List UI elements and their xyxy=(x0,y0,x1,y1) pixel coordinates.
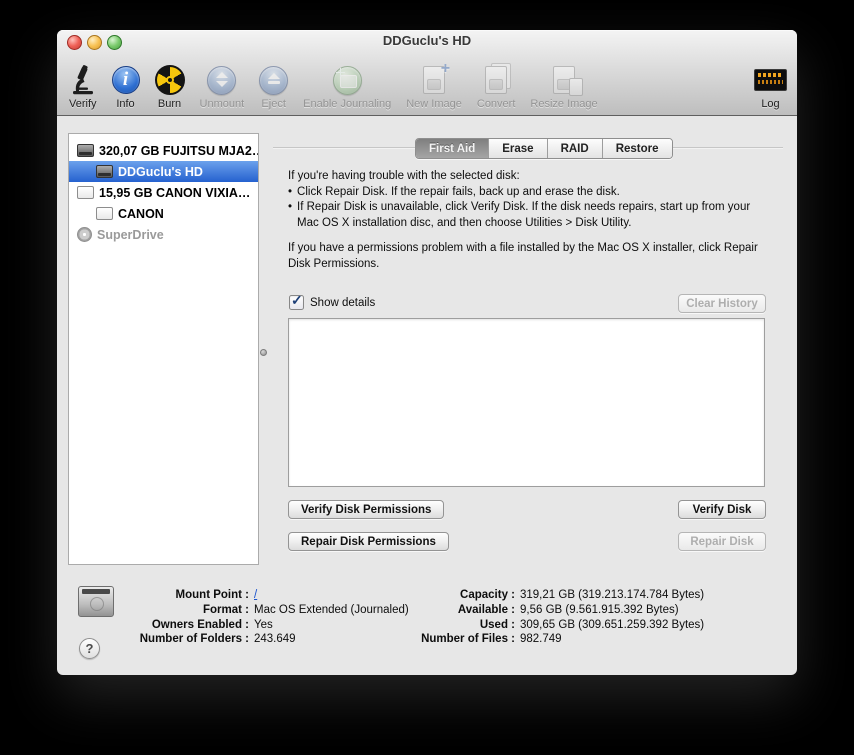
toolbar-label: Verify xyxy=(69,98,97,110)
convert-toolbar-button: Convert xyxy=(476,63,516,110)
sidebar-item-label: 15,95 GB CANON VIXIA… xyxy=(99,185,251,200)
external-volume-icon xyxy=(96,207,113,220)
enable-journaling-toolbar-button: Enable Journaling xyxy=(303,64,391,110)
window-chrome: DDGuclu's HD Verify i Info Burn Unmount … xyxy=(57,30,797,116)
new-image-icon: + xyxy=(423,60,450,96)
burn-toolbar-button[interactable]: Burn xyxy=(154,64,185,110)
first-aid-instructions: If you're having trouble with the select… xyxy=(288,169,772,272)
checkmark-icon: ✓ xyxy=(291,292,303,308)
split-view-handle[interactable] xyxy=(260,349,267,356)
show-details-checkbox[interactable]: ✓ xyxy=(289,292,304,310)
optical-drive-icon xyxy=(77,227,92,242)
microscope-icon xyxy=(70,64,96,96)
info-row-available: Available : 9,56 GB (9.561.915.392 Bytes… xyxy=(457,603,679,616)
sidebar-item-label: DDGuclu's HD xyxy=(118,164,203,179)
new-image-toolbar-button: + New Image xyxy=(406,60,462,110)
tab-erase[interactable]: Erase xyxy=(489,139,548,158)
titlebar[interactable]: DDGuclu's HD xyxy=(57,30,797,52)
sidebar-item-label: 320,07 GB FUJITSU MJA2… xyxy=(99,143,259,158)
sidebar-item-canon-disk[interactable]: 15,95 GB CANON VIXIA… xyxy=(69,182,258,203)
toolbar-label: Burn xyxy=(157,98,182,110)
disk-utility-window: DDGuclu's HD Verify i Info Burn Unmount … xyxy=(57,30,797,675)
internal-disk-icon xyxy=(77,144,94,157)
instructions-intro: If you're having trouble with the select… xyxy=(288,170,520,182)
sidebar-item-label: CANON xyxy=(118,206,164,221)
instruction-bullet: • Click Repair Disk. If the repair fails… xyxy=(288,185,772,201)
toolbar-label: Resize Image xyxy=(530,98,598,110)
mount-point-link[interactable]: / xyxy=(254,588,257,603)
toolbar-label: Convert xyxy=(476,98,516,110)
verify-disk-button[interactable]: Verify Disk xyxy=(678,500,766,519)
toolbar-label: New Image xyxy=(406,98,462,110)
toolbar-label: Eject xyxy=(261,98,286,110)
sidebar-item-canon-volume[interactable]: CANON xyxy=(69,203,258,224)
toolbar: Verify i Info Burn Unmount Eject Enable … xyxy=(57,54,797,113)
device-list: 320,07 GB FUJITSU MJA2… DDGuclu's HD 15,… xyxy=(68,133,259,565)
enable-journaling-icon xyxy=(332,64,362,96)
resize-image-toolbar-button: Resize Image xyxy=(530,64,598,110)
info-icon: i xyxy=(111,64,140,96)
show-details-control[interactable]: ✓ Show details xyxy=(289,292,376,310)
desktop-background: DDGuclu's HD Verify i Info Burn Unmount … xyxy=(0,0,854,755)
details-output-area[interactable] xyxy=(288,318,765,487)
toolbar-label: Log xyxy=(761,98,780,110)
tab-raid[interactable]: RAID xyxy=(547,139,603,158)
sidebar-item-ddguclu-hd[interactable]: DDGuclu's HD xyxy=(69,161,258,182)
external-disk-icon xyxy=(77,186,94,199)
info-toolbar-button[interactable]: i Info xyxy=(111,64,140,110)
clear-history-button[interactable]: Clear History xyxy=(678,294,766,313)
permissions-note: If you have a permissions problem with a… xyxy=(288,242,758,270)
volume-info-right: Capacity : 319,21 GB (319.213.174.784 By… xyxy=(357,588,704,647)
repair-disk-permissions-button[interactable]: Repair Disk Permissions xyxy=(288,532,449,551)
burn-icon xyxy=(154,64,185,96)
log-console-icon xyxy=(754,64,787,96)
convert-icon xyxy=(485,63,512,96)
verify-disk-permissions-button[interactable]: Verify Disk Permissions xyxy=(288,500,445,519)
tab-bar: First Aid Erase RAID Restore xyxy=(415,138,673,159)
sidebar-item-superdrive[interactable]: SuperDrive xyxy=(69,224,258,245)
info-row-number-of-files: Number of Files : 982.749 xyxy=(421,633,562,646)
toolbar-label: Info xyxy=(116,98,135,110)
tab-restore[interactable]: Restore xyxy=(602,139,672,158)
bullet-icon: • xyxy=(288,185,293,198)
instruction-bullet: • If Repair Disk is unavailable, click V… xyxy=(288,200,772,231)
show-details-label: Show details xyxy=(310,296,376,309)
resize-image-icon xyxy=(553,64,584,96)
window-title: DDGuclu's HD xyxy=(382,33,472,48)
sidebar-item-fujitsu-disk[interactable]: 320,07 GB FUJITSU MJA2… xyxy=(69,140,258,161)
toolbar-label: Enable Journaling xyxy=(303,98,392,110)
verify-toolbar-button[interactable]: Verify xyxy=(69,64,97,110)
question-mark-icon: ? xyxy=(85,641,94,656)
unmount-icon xyxy=(207,64,237,96)
eject-icon xyxy=(259,64,289,96)
unmount-toolbar-button: Unmount xyxy=(199,64,245,110)
toolbar-label: Unmount xyxy=(199,98,245,110)
log-toolbar-button[interactable]: Log xyxy=(754,64,787,110)
sidebar-item-label: SuperDrive xyxy=(97,227,164,242)
tab-first-aid[interactable]: First Aid xyxy=(416,139,490,158)
info-row-used: Used : 309,65 GB (309.651.259.392 Bytes) xyxy=(479,618,705,631)
bullet-icon: • xyxy=(288,201,293,213)
volume-icon xyxy=(96,165,113,178)
eject-toolbar-button: Eject xyxy=(259,64,289,110)
info-row-capacity: Capacity : 319,21 GB (319.213.174.784 By… xyxy=(460,589,705,601)
repair-disk-button[interactable]: Repair Disk xyxy=(678,532,766,551)
